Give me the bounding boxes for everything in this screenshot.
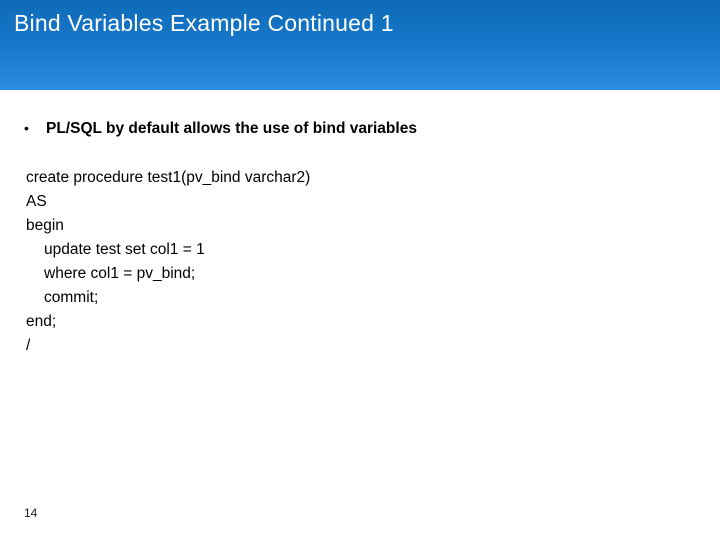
code-line: create procedure test1(pv_bind varchar2)	[26, 166, 698, 190]
page-number: 14	[24, 506, 37, 520]
code-line: update test set col1 = 1	[26, 238, 698, 262]
slide-title: Bind Variables Example Continued 1	[14, 10, 706, 37]
bullet-marker: •	[22, 121, 46, 135]
code-line: where col1 = pv_bind;	[26, 262, 698, 286]
content-area: • PL/SQL by default allows the use of bi…	[0, 90, 720, 358]
code-line: end;	[26, 310, 698, 334]
bullet-text: PL/SQL by default allows the use of bind…	[46, 120, 417, 138]
bullet-item: • PL/SQL by default allows the use of bi…	[22, 120, 698, 138]
code-line: AS	[26, 190, 698, 214]
header-band: Bind Variables Example Continued 1	[0, 0, 720, 90]
code-line: begin	[26, 214, 698, 238]
code-block: create procedure test1(pv_bind varchar2)…	[22, 166, 698, 358]
code-line: /	[26, 334, 698, 358]
code-line: commit;	[26, 286, 698, 310]
